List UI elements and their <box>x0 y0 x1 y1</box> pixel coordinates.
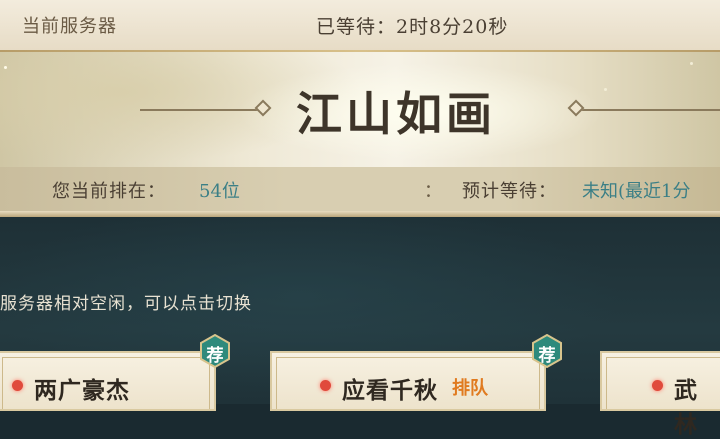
ornament-line-right <box>574 109 720 111</box>
server-card-name: 两广豪杰 <box>34 377 130 404</box>
queue-separator: ： <box>424 181 442 202</box>
status-dot-icon <box>652 380 663 391</box>
queue-position-label: 您当前排在： <box>52 181 166 202</box>
current-server-name: 江山如画 <box>296 87 496 141</box>
sparkle-decoration <box>690 62 693 65</box>
switch-server-hint: 服务器相对空闲，可以点击切换 <box>0 294 252 314</box>
recommend-badge-icon: 荐 <box>200 333 230 369</box>
sparkle-decoration <box>604 88 607 91</box>
recommend-badge-label: 荐 <box>538 346 556 366</box>
queue-status-tag: 排队 <box>452 378 488 399</box>
server-card-name: 应看千秋 <box>342 377 438 404</box>
elapsed-wait-time: 已等待：2时8分20秒 <box>316 16 509 38</box>
ornament-line-left <box>140 109 258 111</box>
current-server-caption: 当前服务器 <box>22 16 117 37</box>
status-dot-icon <box>320 380 331 391</box>
recommend-badge-icon: 荐 <box>532 333 562 369</box>
recommend-badge-label: 荐 <box>206 346 224 366</box>
estimated-wait-value: 未知(最近1分 <box>582 181 691 202</box>
status-dot-icon <box>12 380 23 391</box>
queue-position-value: 54位 <box>199 181 240 202</box>
estimated-wait-label: 预计等待： <box>462 181 557 202</box>
sparkle-decoration <box>4 66 7 69</box>
server-card-name: 武林 <box>674 377 698 438</box>
